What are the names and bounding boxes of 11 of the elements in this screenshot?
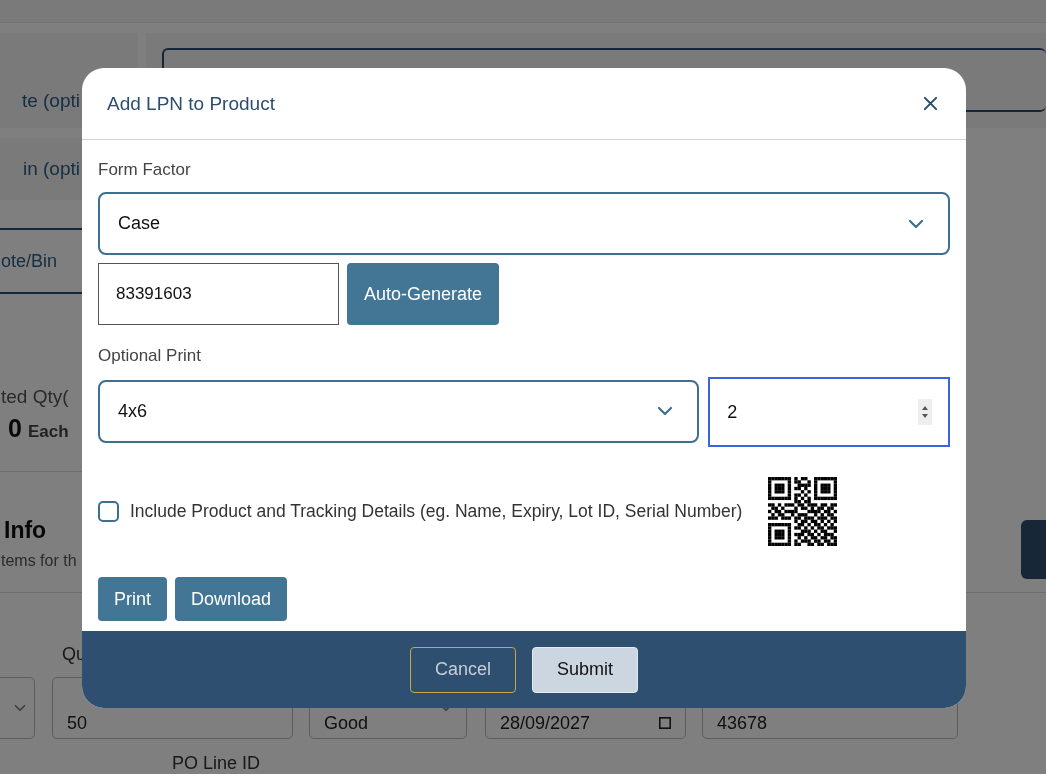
field-label: Optional Print: [98, 346, 202, 366]
section-text: tems for th: [1, 552, 78, 570]
field-label: Form Factor: [98, 160, 192, 180]
quantity-label: ted Qty(: [1, 386, 70, 408]
quantity-value: 0: [8, 414, 22, 443]
field-label: in (opti: [0, 138, 80, 200]
field-label: PO Line ID: [172, 753, 261, 773]
unit-label: Each: [27, 422, 69, 442]
section-title: Info: [4, 517, 48, 544]
dialog-title: Add LPN to Product: [107, 92, 275, 115]
checkbox-label: Include Product and Tracking Details (eg. Name, Expiry, Lot ID, Serial Number): [130, 500, 743, 522]
